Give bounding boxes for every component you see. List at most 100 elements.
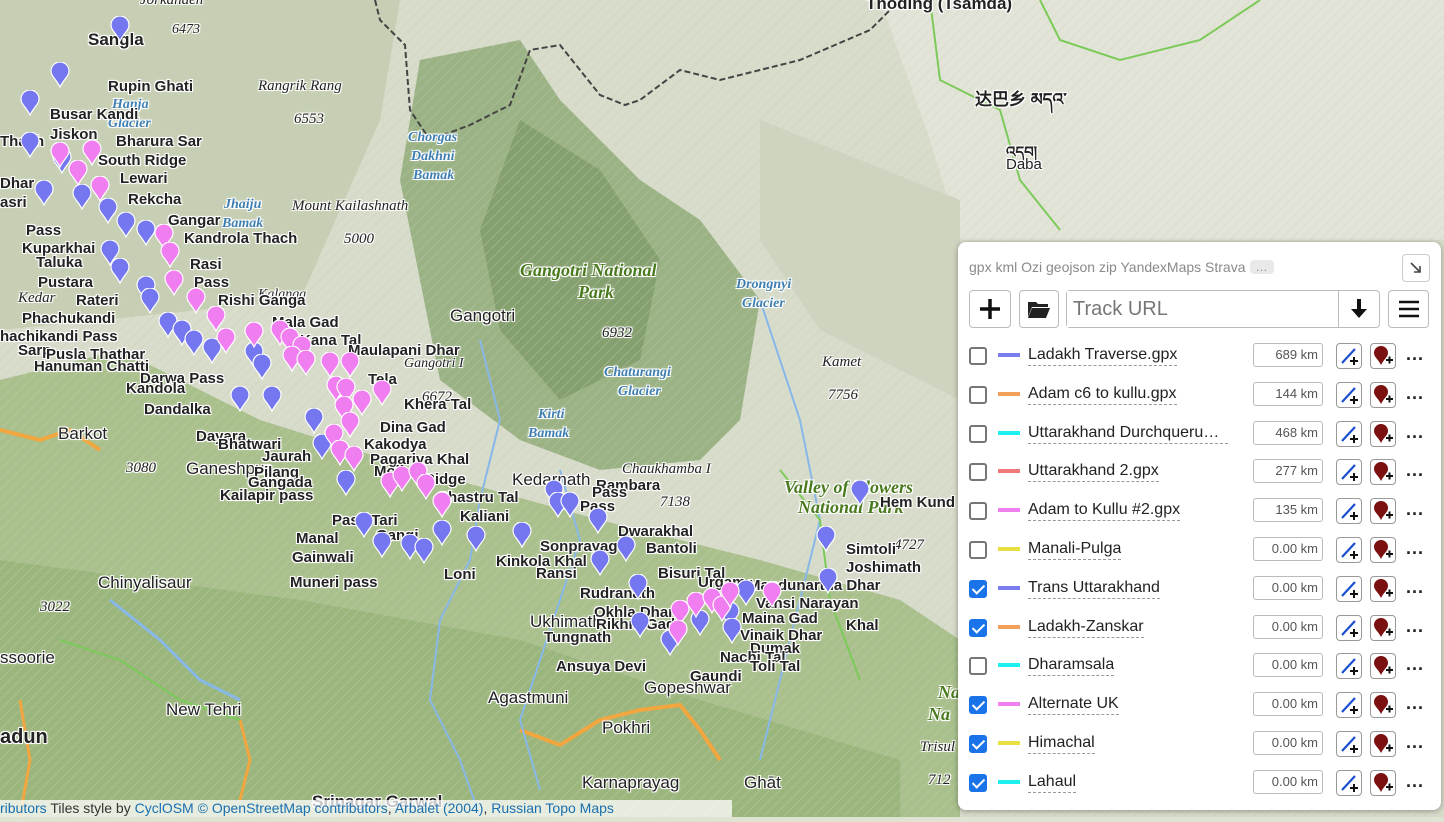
map-marker-icon[interactable]: [590, 550, 610, 576]
map-marker-icon[interactable]: [560, 492, 580, 518]
map-marker-icon[interactable]: [244, 322, 264, 348]
track-options-button[interactable]: ...: [1406, 616, 1424, 637]
map-marker-icon[interactable]: [136, 220, 156, 246]
track-options-button[interactable]: ...: [1406, 693, 1424, 714]
track-name[interactable]: Adam to Kullu #2.gpx: [1028, 500, 1181, 522]
track-visibility-checkbox[interactable]: [969, 385, 987, 404]
map-marker-icon[interactable]: [668, 620, 688, 646]
format-list[interactable]: gpx kml Ozi geojson zip YandexMaps Strav…: [969, 259, 1246, 275]
add-segment-button[interactable]: [1336, 459, 1362, 486]
track-options-button[interactable]: ...: [1406, 344, 1424, 365]
add-segment-button[interactable]: [1336, 731, 1362, 757]
track-url-input[interactable]: [1067, 291, 1341, 327]
map-marker-icon[interactable]: [50, 62, 70, 88]
track-visibility-checkbox[interactable]: [969, 424, 987, 443]
map-marker-icon[interactable]: [184, 330, 204, 356]
map-marker-icon[interactable]: [304, 408, 324, 434]
track-options-button[interactable]: ...: [1406, 771, 1424, 792]
map-marker-icon[interactable]: [372, 380, 392, 406]
map-marker-icon[interactable]: [230, 386, 250, 412]
track-visibility-checkbox[interactable]: [969, 657, 987, 676]
track-color-swatch[interactable]: [998, 469, 1020, 474]
load-url-button[interactable]: [1338, 291, 1379, 327]
add-point-button[interactable]: [1370, 769, 1396, 796]
track-visibility-checkbox[interactable]: [969, 347, 987, 365]
add-point-button[interactable]: [1370, 575, 1396, 602]
map-marker-icon[interactable]: [628, 574, 648, 600]
attribution-osm-link[interactable]: © OpenStreetMap contributors: [198, 800, 388, 816]
map-marker-icon[interactable]: [320, 352, 340, 378]
map-marker-icon[interactable]: [116, 212, 136, 238]
add-segment-button[interactable]: [1336, 420, 1362, 447]
track-name[interactable]: Uttarakhand 2.gpx: [1028, 461, 1159, 483]
track-visibility-checkbox[interactable]: [969, 463, 987, 482]
map-marker-icon[interactable]: [588, 508, 608, 534]
add-segment-button[interactable]: [1336, 614, 1362, 641]
map-marker-icon[interactable]: [818, 568, 838, 594]
map-marker-icon[interactable]: [372, 532, 392, 558]
map-marker-icon[interactable]: [262, 386, 282, 412]
map-marker-icon[interactable]: [216, 328, 236, 354]
add-point-button[interactable]: [1370, 614, 1396, 641]
map-marker-icon[interactable]: [340, 352, 360, 378]
map-marker-icon[interactable]: [616, 536, 636, 562]
map-marker-icon[interactable]: [140, 288, 160, 314]
attribution-topo-link[interactable]: Russian Topo Maps: [491, 800, 614, 816]
add-segment-button[interactable]: [1336, 653, 1362, 680]
open-file-button[interactable]: [1019, 290, 1059, 328]
add-point-button[interactable]: [1370, 731, 1396, 757]
map-marker-icon[interactable]: [252, 354, 272, 380]
map-marker-icon[interactable]: [160, 242, 180, 268]
map-marker-icon[interactable]: [110, 16, 130, 42]
map-marker-icon[interactable]: [354, 512, 374, 538]
track-visibility-checkbox[interactable]: [969, 541, 987, 559]
track-name[interactable]: Ladakh-Zanskar: [1028, 617, 1144, 638]
menu-button[interactable]: [1388, 290, 1429, 328]
track-options-button[interactable]: ...: [1406, 460, 1424, 481]
map-marker-icon[interactable]: [110, 258, 130, 284]
track-name[interactable]: Lahaul: [1028, 772, 1077, 793]
add-segment-button[interactable]: [1336, 692, 1362, 719]
map-marker-icon[interactable]: [466, 526, 486, 552]
map-marker-icon[interactable]: [720, 582, 740, 608]
add-point-button[interactable]: [1370, 653, 1396, 680]
track-visibility-checkbox[interactable]: [969, 735, 987, 753]
map-marker-icon[interactable]: [816, 526, 836, 552]
track-visibility-checkbox[interactable]: [969, 773, 987, 792]
add-point-button[interactable]: [1370, 692, 1396, 719]
track-name[interactable]: Himachal: [1028, 733, 1095, 754]
map-marker-icon[interactable]: [34, 180, 54, 206]
map-marker-icon[interactable]: [50, 142, 70, 168]
track-color-swatch[interactable]: [998, 702, 1020, 707]
track-name[interactable]: Manali-Pulga: [1028, 539, 1122, 560]
track-name[interactable]: Alternate UK: [1028, 694, 1119, 716]
attribution-arbalet-link[interactable]: Arbalet (2004): [395, 800, 484, 816]
track-options-button[interactable]: ...: [1406, 538, 1424, 559]
map-marker-icon[interactable]: [850, 480, 870, 506]
track-options-button[interactable]: ...: [1406, 499, 1424, 520]
track-options-button[interactable]: ...: [1406, 654, 1424, 675]
add-segment-button[interactable]: [1336, 537, 1362, 563]
track-color-swatch[interactable]: [998, 391, 1020, 396]
minimize-panel-button[interactable]: [1402, 254, 1430, 282]
map-marker-icon[interactable]: [762, 582, 782, 608]
map-marker-icon[interactable]: [164, 270, 184, 296]
attribution-cyclosm-link[interactable]: CyclOSM: [135, 800, 194, 816]
track-color-swatch[interactable]: [998, 741, 1020, 745]
track-color-swatch[interactable]: [998, 779, 1020, 784]
add-point-button[interactable]: [1370, 459, 1396, 486]
map-marker-icon[interactable]: [432, 492, 452, 518]
track-name[interactable]: Dharamsala: [1028, 655, 1115, 677]
track-color-swatch[interactable]: [998, 353, 1020, 357]
track-color-swatch[interactable]: [998, 585, 1020, 590]
track-name[interactable]: Ladakh Traverse.gpx: [1028, 345, 1178, 366]
map-marker-icon[interactable]: [20, 90, 40, 116]
add-point-button[interactable]: [1370, 381, 1396, 408]
track-visibility-checkbox[interactable]: [969, 696, 987, 715]
track-visibility-checkbox[interactable]: [969, 502, 987, 521]
track-options-button[interactable]: ...: [1406, 732, 1424, 753]
add-point-button[interactable]: [1370, 498, 1396, 525]
add-point-button[interactable]: [1370, 420, 1396, 447]
map-marker-icon[interactable]: [186, 288, 206, 314]
track-color-swatch[interactable]: [998, 663, 1020, 668]
